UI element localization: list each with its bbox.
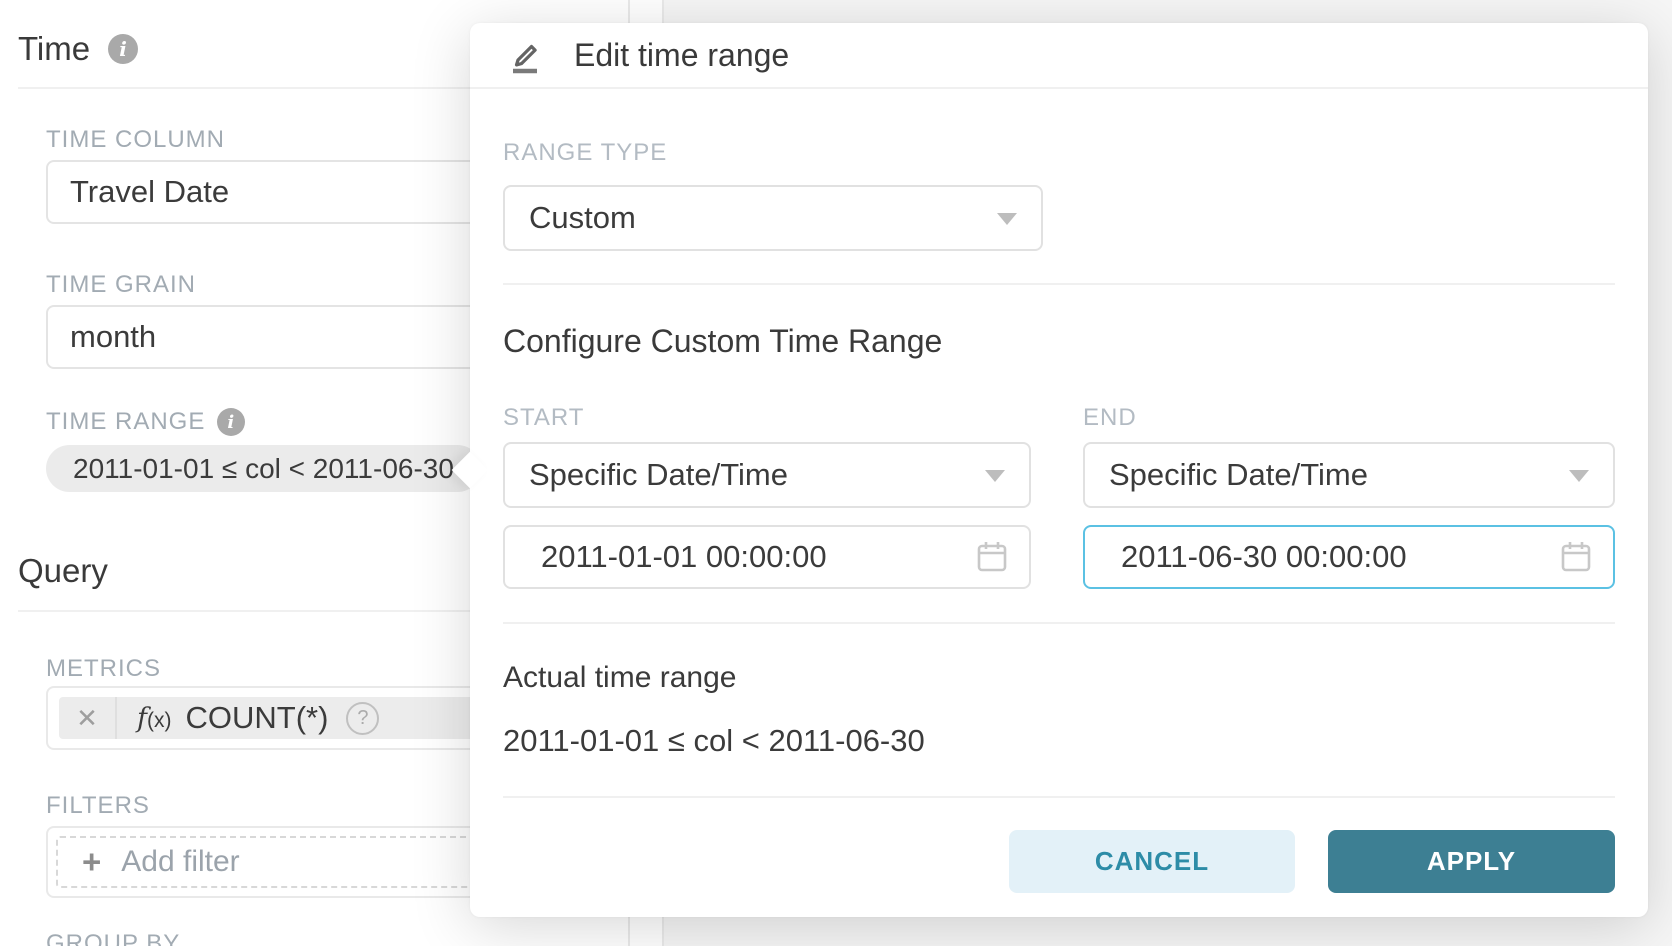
chevron-down-icon: [997, 213, 1017, 225]
range-type-select[interactable]: Custom: [503, 185, 1043, 251]
help-icon[interactable]: ?: [346, 702, 379, 735]
group-by-label: GROUP BY: [46, 930, 180, 946]
start-mode-select[interactable]: Specific Date/Time: [503, 442, 1031, 508]
popover-title: Edit time range: [574, 37, 789, 74]
start-datetime-value: 2011-01-01 00:00:00: [541, 539, 827, 575]
divider: [503, 622, 1615, 624]
edit-pencil-icon: [506, 35, 546, 75]
function-icon: f(x): [137, 703, 172, 734]
time-range-pill[interactable]: 2011-01-01 ≤ col < 2011-06-30: [46, 445, 481, 492]
end-datetime-value: 2011-06-30 00:00:00: [1121, 539, 1407, 575]
time-range-label: TIME RANGE i: [46, 408, 245, 436]
filters-label: FILTERS: [46, 792, 150, 820]
chevron-down-icon: [1569, 470, 1589, 482]
chevron-down-icon: [985, 470, 1005, 482]
info-icon[interactable]: i: [108, 34, 138, 64]
metric-name: COUNT(*): [186, 700, 329, 736]
remove-metric-icon[interactable]: ✕: [59, 703, 115, 734]
query-section-header: Query: [18, 552, 108, 590]
metrics-label: METRICS: [46, 655, 161, 683]
time-column-value: Travel Date: [70, 174, 229, 210]
start-mode-value: Specific Date/Time: [529, 457, 788, 493]
time-column-label: TIME COLUMN: [46, 126, 225, 154]
cancel-button[interactable]: CANCEL: [1009, 830, 1295, 893]
popover-header: Edit time range: [470, 23, 1648, 89]
info-icon[interactable]: i: [217, 408, 245, 436]
query-section-title: Query: [18, 552, 108, 590]
edit-time-range-popover: Edit time range RANGE TYPE Custom Config…: [470, 23, 1648, 917]
range-type-value: Custom: [529, 200, 636, 236]
time-section-header: Time i: [18, 30, 138, 68]
chip-separator: [115, 697, 117, 739]
configure-heading: Configure Custom Time Range: [503, 323, 942, 360]
explore-page: Time i TIME COLUMN Travel Date TIME GRAI…: [0, 0, 1672, 946]
apply-button[interactable]: APPLY: [1328, 830, 1615, 893]
time-range-value: 2011-01-01 ≤ col < 2011-06-30: [73, 453, 454, 485]
end-label: END: [1083, 404, 1137, 432]
actual-time-range-value: 2011-01-01 ≤ col < 2011-06-30: [503, 723, 925, 759]
divider: [503, 283, 1615, 285]
plus-icon: +: [82, 843, 101, 881]
calendar-icon[interactable]: [975, 539, 1009, 575]
actual-time-range-heading: Actual time range: [503, 661, 736, 695]
time-grain-label: TIME GRAIN: [46, 271, 196, 299]
range-type-label: RANGE TYPE: [503, 139, 667, 167]
start-label: START: [503, 404, 584, 432]
time-section-title: Time: [18, 30, 90, 68]
end-datetime-input[interactable]: 2011-06-30 00:00:00: [1083, 525, 1615, 589]
calendar-icon[interactable]: [1559, 539, 1593, 575]
time-grain-value: month: [70, 319, 156, 355]
divider: [503, 796, 1615, 798]
add-filter-label: Add filter: [121, 845, 239, 879]
end-mode-value: Specific Date/Time: [1109, 457, 1368, 493]
start-datetime-input[interactable]: 2011-01-01 00:00:00: [503, 525, 1031, 589]
end-mode-select[interactable]: Specific Date/Time: [1083, 442, 1615, 508]
